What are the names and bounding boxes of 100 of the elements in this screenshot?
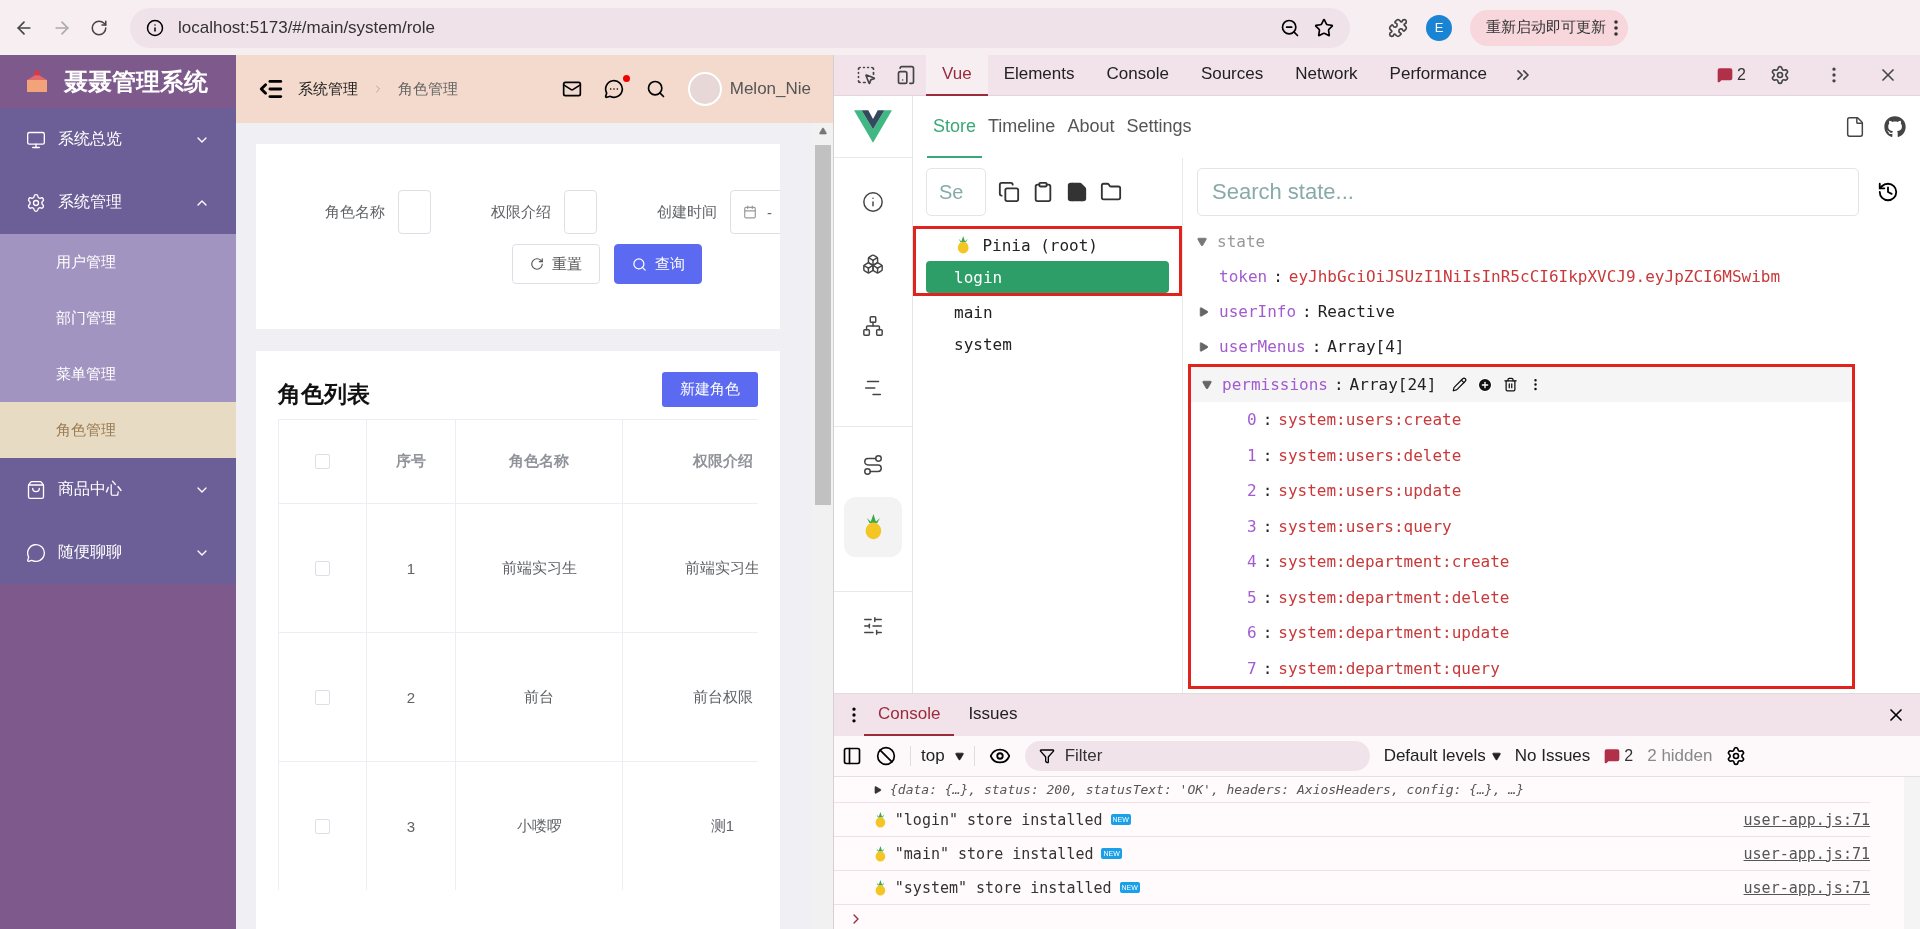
menu-icon [26, 129, 46, 150]
add-icon[interactable] [1477, 376, 1494, 393]
settings-icon[interactable] [1726, 746, 1747, 766]
site-info-icon[interactable] [146, 18, 164, 37]
menu-icon [26, 479, 46, 500]
no-issues-label: No Issues [1514, 746, 1591, 766]
devtools-tab[interactable]: Performance [1373, 54, 1503, 96]
array-index: 5 [1247, 587, 1257, 607]
issues-counter[interactable]: 2 [1604, 747, 1634, 765]
devtools-tab[interactable]: Vue [926, 54, 988, 96]
source-link[interactable]: user-app.js:71 [1743, 810, 1870, 829]
checkbox[interactable] [315, 818, 330, 834]
state-value: Array[4] [1327, 337, 1405, 356]
devtools-tab[interactable]: Network [1279, 54, 1374, 96]
search-icon[interactable] [645, 79, 666, 99]
calendar-icon [743, 205, 757, 219]
delete-icon[interactable] [1503, 376, 1519, 392]
colon: : [1262, 516, 1273, 536]
context-selector[interactable]: top [910, 746, 975, 766]
panel-tab[interactable]: Settings [1120, 96, 1198, 158]
state-search-field[interactable]: Search state... [1197, 168, 1859, 216]
checkbox[interactable] [315, 689, 330, 705]
levels-dropdown[interactable]: Default levels [1383, 746, 1501, 766]
panel-tab[interactable]: Timeline [982, 96, 1062, 158]
address-bar[interactable]: localhost:5173/#/main/system/role [130, 7, 1350, 48]
edit-icon[interactable] [1452, 376, 1468, 392]
array-index: 2 [1247, 481, 1257, 501]
filter-field[interactable]: Filter [1024, 741, 1370, 771]
clipboard-icon[interactable] [1032, 181, 1054, 203]
search-icon [631, 256, 647, 272]
menu-item[interactable]: 系统管理 [0, 171, 236, 234]
colon: : [1262, 623, 1273, 643]
drawer-tab[interactable]: Issues [954, 694, 1032, 736]
store-item[interactable]: system [926, 328, 1172, 360]
message-icon [1604, 748, 1621, 764]
state-key: permissions [1222, 375, 1328, 394]
expand-arrow-icon [1197, 236, 1207, 247]
panel-tab[interactable]: About [1061, 96, 1121, 158]
history-icon[interactable] [1877, 181, 1899, 203]
state-value: eyJhbGciOiJSUzI1NiIsInR5cCI6IkpXVCJ9.eyJpZCI6MSwibm [1288, 267, 1781, 286]
log-message: "login" store installed [894, 810, 1103, 829]
extensions-icon[interactable] [1388, 17, 1408, 38]
create-button[interactable]: 新建角色 [662, 371, 758, 407]
folder-icon[interactable] [1100, 181, 1122, 203]
menu-item[interactable]: 随便聊聊 [0, 521, 236, 584]
mail-icon[interactable] [561, 79, 582, 99]
scroll-up-icon [819, 127, 827, 135]
update-button[interactable]: 重新启动即可更新 [1470, 9, 1628, 46]
expand-arrow-icon[interactable] [1202, 379, 1212, 390]
input-field[interactable] [564, 190, 597, 234]
scrollbar-thumb[interactable] [815, 145, 831, 505]
store-item[interactable]: main [926, 296, 1172, 328]
settings-icon[interactable] [1770, 65, 1790, 85]
menu-item[interactable]: 商品中心 [0, 458, 236, 521]
bookmark-icon[interactable] [1314, 17, 1334, 38]
checkbox[interactable] [315, 454, 330, 469]
input-field[interactable] [398, 190, 431, 234]
rail-icon [862, 454, 884, 476]
profile-avatar[interactable]: E [1426, 14, 1452, 41]
store-root-label: Pinia (root) [982, 235, 1098, 255]
date-field[interactable]: - [730, 190, 780, 234]
array-index: 3 [1247, 516, 1257, 536]
inspect-icon[interactable] [856, 65, 876, 85]
state-key: token [1219, 267, 1268, 286]
chat-icon[interactable] [603, 79, 624, 99]
document-icon[interactable] [1844, 116, 1866, 138]
github-icon[interactable] [1884, 116, 1906, 138]
zoom-icon[interactable] [1280, 17, 1300, 38]
breadcrumb-item[interactable]: 系统管理 [298, 79, 358, 99]
expand-arrow-icon[interactable] [1199, 341, 1209, 352]
store-search-field[interactable]: Se [926, 168, 986, 216]
array-index: 7 [1247, 658, 1257, 678]
devtools-tab[interactable]: Console [1090, 54, 1185, 96]
state-value: Reactive [1317, 302, 1395, 321]
state-value: system:department:create [1278, 552, 1510, 572]
url-text: localhost:5173/#/main/system/role [178, 17, 437, 38]
menu-item[interactable]: 系统总览 [0, 108, 236, 171]
reset-button[interactable]: 重置 [512, 244, 600, 284]
devtools-tab[interactable]: Sources [1184, 54, 1280, 96]
source-link[interactable]: user-app.js:71 [1743, 878, 1870, 897]
sliders-icon[interactable] [862, 615, 884, 637]
issues-counter[interactable]: 2 [1717, 66, 1746, 84]
clear-icon[interactable] [876, 746, 896, 766]
colon: : [1262, 658, 1273, 678]
log-message: {data: {…}, status: 200, statusText: 'OK', headers: AxiosHeaders, config: {…}, …} [890, 782, 1524, 797]
save-icon[interactable] [1066, 181, 1088, 203]
state-value: system:users:delete [1278, 445, 1462, 465]
app-title: 聂聂管理系统 [64, 66, 208, 97]
breadcrumb-item[interactable]: 角色管理 [398, 79, 458, 99]
reload-icon[interactable] [90, 18, 108, 37]
copy-icon[interactable] [998, 181, 1020, 203]
device-toggle-icon[interactable] [896, 65, 916, 85]
expand-arrow-icon[interactable] [1199, 306, 1209, 317]
expand-arrow-icon[interactable] [874, 785, 882, 794]
checkbox[interactable] [315, 560, 330, 576]
store-tree-root[interactable]: Pinia (root) [926, 229, 1169, 261]
query-button[interactable]: 查询 [614, 244, 702, 284]
sidebar-toggle-icon[interactable] [842, 746, 862, 766]
source-link[interactable]: user-app.js:71 [1743, 844, 1870, 863]
devtools-tab[interactable]: Elements [987, 54, 1091, 96]
